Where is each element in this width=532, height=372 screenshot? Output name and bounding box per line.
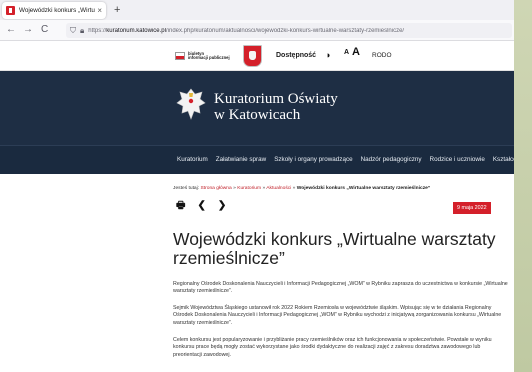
close-tab-icon[interactable]: × <box>97 6 102 15</box>
desktop-background <box>514 0 532 372</box>
tab-active[interactable]: Wojewódzki konkurs „Wirtualne w × <box>2 2 106 19</box>
breadcrumb-home-link[interactable]: Strona główna <box>200 186 231 191</box>
lock-icon[interactable]: 🔒︎ <box>80 26 84 36</box>
address-bar[interactable]: ⛉ 🔒︎ https://kuratorium.katowice.pl/inde… <box>66 23 512 38</box>
bip-flag-icon <box>175 52 185 60</box>
contrast-toggle-icon[interactable]: ◑ <box>325 50 330 60</box>
article-title: Wojewódzki konkurs „Wirtualne warsztaty … <box>173 229 496 268</box>
print-icon[interactable]: 🖶 <box>176 200 185 212</box>
reload-button[interactable]: C <box>41 23 48 37</box>
accessibility-label: Dostępność <box>276 52 317 59</box>
url-text[interactable]: https://kuratorium.katowice.pl/index.php… <box>88 28 404 34</box>
site-utility-bar: biuletyn informacji publicznej Dostępnoś… <box>0 41 514 71</box>
menu-item[interactable]: Szkoły i organy prowadzące <box>274 156 352 163</box>
polish-emblem-icon[interactable] <box>243 45 262 67</box>
menu-item[interactable]: Nadzór pedagogiczny <box>361 156 422 163</box>
menu-item[interactable]: Rodzice i uczniowie <box>430 156 485 163</box>
previous-article-icon[interactable]: ❮ <box>197 200 205 212</box>
url-prefix: https:// <box>88 27 107 34</box>
tab-bar: Wojewódzki konkurs „Wirtualne w × + <box>0 0 514 20</box>
rodo-link[interactable]: RODO <box>372 52 392 59</box>
menu-item[interactable]: Kształcenie <box>493 156 514 163</box>
site-title-line1: Kuratorium Oświaty <box>214 91 338 107</box>
navigation-bar: ← → C ⛉ 🔒︎ https://kuratorium.katowice.p… <box>0 20 514 41</box>
shield-icon[interactable]: ⛉ <box>70 26 76 36</box>
url-host: kuratorium.katowice.pl <box>106 27 166 34</box>
url-path: /index.php/kuratorium/aktualnosci/wojewo… <box>165 27 405 34</box>
bip-logo[interactable]: biuletyn informacji publicznej <box>175 51 233 61</box>
article-date-badge: 9 maja 2022 <box>453 202 491 214</box>
breadcrumb-current: Wojewódzki konkurs „Wirtualne warsztaty … <box>296 186 431 191</box>
menu-items: Kuratorium Załatwianie spraw Szkoły i orga… <box>177 156 514 163</box>
new-tab-button[interactable]: + <box>114 3 120 17</box>
forward-button[interactable]: → <box>23 23 33 37</box>
article-tools: 🖶 ❮ ❯ <box>176 200 238 212</box>
breadcrumb-kuratorium-link[interactable]: Kuratorium <box>237 186 261 191</box>
site-title[interactable]: Kuratorium Oświaty w Katowicach <box>214 91 338 123</box>
font-size-small-button[interactable]: A <box>344 49 349 56</box>
breadcrumb-prefix: Jesteś tutaj: <box>173 186 201 191</box>
article-paragraph-2: Sejmik Województwa Śląskiego ustanowił r… <box>173 305 502 326</box>
breadcrumb-aktualnosci-link[interactable]: Aktualności <box>266 186 291 191</box>
back-button[interactable]: ← <box>6 23 16 37</box>
main-menu: Kuratorium Załatwianie spraw Szkoły i orga… <box>0 145 514 174</box>
menu-item[interactable]: Kuratorium <box>177 156 208 163</box>
menu-item[interactable]: Załatwianie spraw <box>216 156 266 163</box>
bip-text: biuletyn informacji publicznej <box>188 51 230 61</box>
site-header: Kuratorium Oświaty w Katowicach <box>0 71 514 145</box>
browser-window: Wojewódzki konkurs „Wirtualne w × + ← → … <box>0 0 514 372</box>
article-paragraph-1: Regionalny Ośrodek Doskonalenia Nauczyci… <box>173 281 508 295</box>
bip-text-line2: informacji publicznej <box>188 55 230 60</box>
breadcrumb: Jesteś tutaj: Strona główna » Kuratorium… <box>173 186 430 191</box>
eagle-emblem-icon[interactable] <box>176 86 206 122</box>
main-content: Jesteś tutaj: Strona główna » Kuratorium… <box>0 174 514 372</box>
font-size-large-button[interactable]: A <box>352 46 360 58</box>
site-title-line2: w Katowicach <box>214 107 301 123</box>
site-favicon-icon <box>6 6 15 15</box>
article-paragraph-3: Celem konkursu jest popularyzowanie i pr… <box>173 337 492 358</box>
tab-title: Wojewódzki konkurs „Wirtualne w <box>19 7 95 14</box>
next-article-icon[interactable]: ❯ <box>218 200 226 212</box>
